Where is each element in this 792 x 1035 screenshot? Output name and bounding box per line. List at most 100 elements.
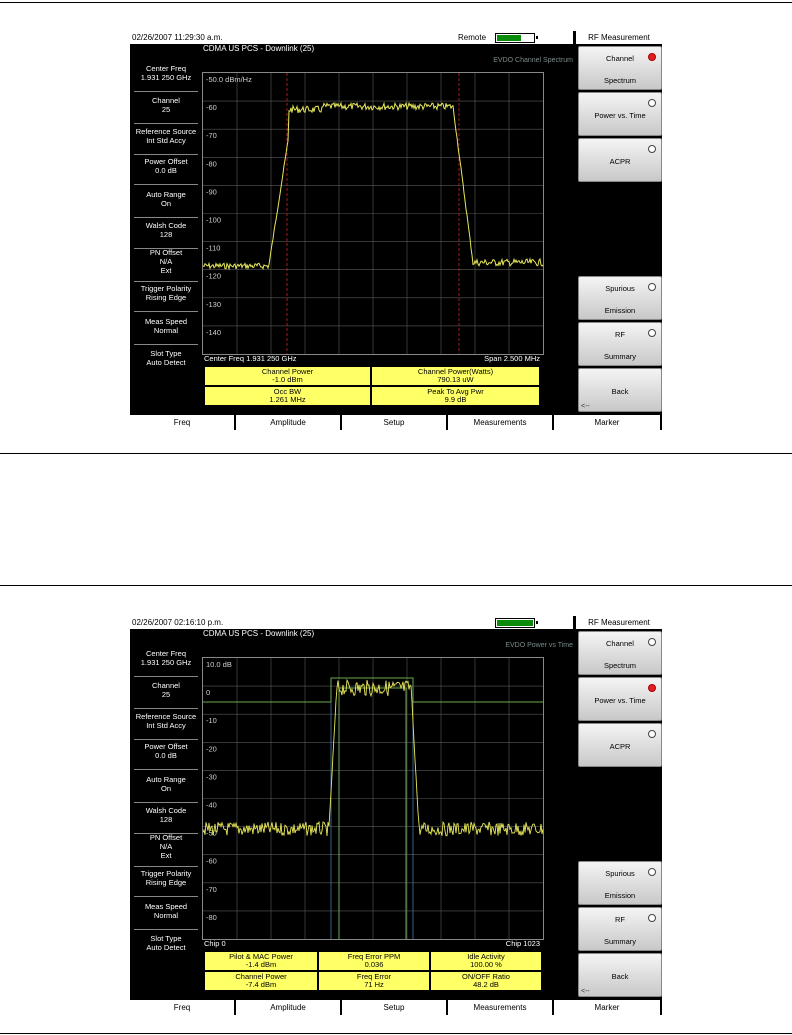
top-rule: [0, 2, 792, 3]
param-trigger-polarity: Trigger Polarity Rising Edge: [130, 869, 202, 897]
back-arrow-icon: <--: [581, 403, 590, 410]
param-name: PN Offset: [149, 248, 183, 257]
softkey-label: Back: [611, 387, 629, 396]
param-power-offset: Power Offset 0.0 dB: [130, 157, 202, 185]
softkey-rf-summary[interactable]: RF Summary: [578, 907, 662, 951]
status-bar: 02/26/2007 02:16:10 p.m.: [130, 616, 573, 629]
param-walsh-code: Walsh Code 128: [130, 221, 202, 249]
y-tick-label: -10: [206, 716, 217, 725]
x-axis-left-label: Center Freq 1.931 250 GHz: [204, 354, 297, 363]
menu-title: RF Measurement: [576, 31, 662, 44]
softkey-back[interactable]: Back <--: [578, 368, 662, 412]
softkey-label: Back: [611, 972, 629, 981]
tab-marker[interactable]: Marker: [554, 415, 661, 430]
softkey-acpr[interactable]: ACPR: [578, 723, 662, 767]
param-slot-type: Slot Type Auto Detect: [130, 349, 202, 377]
y-tick-label: -110: [206, 244, 220, 253]
param-channel: Channel 25: [130, 96, 202, 124]
y-tick-label: -80: [206, 913, 217, 922]
x-axis-bar: Chip 0 Chip 1023: [202, 939, 544, 949]
y-tick-label: -140: [206, 328, 221, 337]
tab-measurements[interactable]: Measurements: [448, 415, 553, 430]
radio-icon: [648, 638, 656, 646]
param-value: N/A: [159, 842, 173, 851]
radio-icon: [648, 730, 656, 738]
softkey-channel-spectrum[interactable]: Channel Spectrum: [578, 631, 662, 675]
y-tick-label: -70: [206, 885, 217, 894]
param-name: Power Offset: [144, 742, 188, 751]
softkey-channel-spectrum[interactable]: Channel Spectrum: [578, 46, 662, 90]
y-tick-label: -130: [206, 300, 221, 309]
param-name: Center Freq: [145, 649, 187, 658]
softkey-label: ACPR: [609, 742, 631, 751]
tab-amplitude[interactable]: Amplitude: [236, 1000, 341, 1015]
result-value: 1.261 MHz: [269, 395, 306, 404]
softkey-back[interactable]: Back <--: [578, 953, 662, 997]
param-value: On: [160, 199, 171, 208]
param-meas-speed: Meas Speed Normal: [130, 317, 202, 345]
analyzer-screen-2: 02/26/2007 02:16:10 p.m. CDMA US PCS - D…: [130, 616, 662, 1015]
softkey-power-vs-time[interactable]: Power vs. Time: [578, 92, 662, 136]
softkey-power-vs-time[interactable]: Power vs. Time: [578, 677, 662, 721]
softkey-label-2: Spectrum: [603, 76, 637, 85]
parameter-panel: Center Freq 1.931 250 GHz Channel 25 Refer…: [130, 629, 202, 959]
param-value: Rising Edge: [145, 293, 187, 302]
softkey-acpr[interactable]: ACPR: [578, 138, 662, 182]
param-name: Channel: [152, 96, 180, 105]
radio-icon: [648, 329, 656, 337]
param-auto-range: Auto Range On: [130, 190, 202, 218]
param-name: Power Offset: [144, 157, 188, 166]
softkey-spurious-emission[interactable]: Spurious Emission: [578, 276, 662, 320]
tab-measurements[interactable]: Measurements: [448, 1000, 553, 1015]
tab-setup[interactable]: Setup: [342, 1000, 447, 1015]
param-meas-speed: Meas Speed Normal: [130, 902, 202, 930]
param-value: 128: [159, 230, 173, 239]
param-value: 25: [161, 105, 171, 114]
param-name: Reference Source: [135, 712, 197, 721]
softkey-label: ACPR: [609, 157, 631, 166]
softkey-label-2: Emission: [604, 891, 636, 900]
y-tick-label: -90: [206, 187, 217, 196]
softkey-spurious-emission[interactable]: Spurious Emission: [578, 861, 662, 905]
radio-icon: [648, 99, 656, 107]
parameter-panel: Center Freq 1.931 250 GHz Channel 25 Refer…: [130, 44, 202, 374]
param-name: Auto Range: [146, 190, 186, 199]
param-value: 0.0 dB: [155, 166, 177, 175]
param-reference-source: Reference Source Int Std Accy: [130, 127, 202, 155]
chart-title: EVDO Channel Spectrum: [493, 57, 573, 64]
x-axis-right-label: Chip 1023: [505, 939, 540, 948]
tab-amplitude[interactable]: Amplitude: [236, 415, 341, 430]
y-tick-label: -70: [206, 131, 217, 140]
param-pn-offset: PN Offset N/A Ext: [130, 833, 202, 867]
param-extra: Ext: [160, 266, 172, 275]
y-tick-label: -100: [206, 216, 221, 225]
param-channel: Channel 25: [130, 681, 202, 709]
result-value: 9.9 dB: [444, 395, 467, 404]
radio-icon: [648, 868, 656, 876]
softkey-rf-summary[interactable]: RF Summary: [578, 322, 662, 366]
result-value: -1.0 dBm: [272, 375, 303, 384]
param-trigger-polarity: Trigger Polarity Rising Edge: [130, 284, 202, 312]
tab-freq[interactable]: Freq: [130, 415, 235, 430]
results-table: Pilot & MAC Power -1.4 dBm Freq Error PPM…: [202, 949, 544, 995]
status-bar: 02/26/2007 11:29:30 a.m. Remote: [130, 31, 573, 44]
x-axis-right-label: Span 2.500 MHz: [484, 354, 540, 363]
param-name: Center Freq: [145, 64, 187, 73]
y-tick-label: 10.0 dB: [206, 660, 232, 669]
radio-selected-icon: [648, 684, 656, 692]
param-name: Trigger Polarity: [140, 284, 192, 293]
tab-marker[interactable]: Marker: [554, 1000, 661, 1015]
param-extra: Ext: [160, 851, 172, 860]
param-value: On: [160, 784, 171, 793]
remote-label: Remote: [458, 33, 487, 42]
tab-freq[interactable]: Freq: [130, 1000, 235, 1015]
radio-selected-icon: [648, 53, 656, 61]
softkey-label-2: Spectrum: [603, 661, 637, 670]
param-name: Slot Type: [150, 349, 182, 358]
y-tick-label: -40: [206, 801, 217, 810]
y-tick-label: 0: [206, 688, 210, 697]
spectrum-plot: -50.0 dBm/Hz -60 -70 -80 -90 -100 -110 -120 -130…: [202, 72, 544, 355]
result-value: -1.4 dBm: [245, 960, 277, 969]
tab-setup[interactable]: Setup: [342, 415, 447, 430]
result-on-off-ratio: ON/OFF Ratio 48.2 dB: [430, 971, 542, 991]
